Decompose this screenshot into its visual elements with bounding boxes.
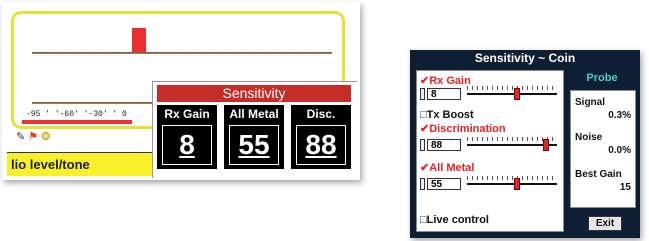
best-gain-value: 15 (619, 182, 631, 193)
main-screen-screenshot: -95 ' '-60' '-30' ' 0 ✎ ⚑ ❂ lio level/to… (2, 2, 360, 180)
signal-label: Signal (575, 97, 606, 108)
disc-column[interactable]: Disc. 88 (291, 105, 351, 169)
exit-button[interactable]: Exit (588, 216, 622, 231)
probe-title: Probe (586, 72, 618, 84)
best-gain-label: Best Gain (575, 169, 622, 180)
sensitivity-panel: Sensitivity Rx Gain 8 All Metal 55 Disc.… (152, 81, 357, 178)
all-metal-ticks (467, 176, 557, 180)
rx-gain-slider[interactable] (467, 93, 557, 95)
probe-panel: Signal 0.3% Noise 0.0% Best Gain 15 (570, 90, 636, 208)
audio-status-label[interactable]: lio level/tone (7, 152, 152, 176)
rx-gain-spinner[interactable] (420, 88, 425, 100)
all-metal-column[interactable]: All Metal 55 (224, 105, 284, 169)
live-control-checkbox[interactable]: □Live control (420, 214, 489, 226)
rx-gain-checkbox[interactable]: ✔Rx Gain (420, 74, 471, 87)
discrimination-input[interactable]: 88 (427, 139, 461, 151)
rx-gain-input[interactable]: 8 (427, 88, 461, 100)
disc-value: 88 (296, 125, 346, 165)
rx-gain-column[interactable]: Rx Gain 8 (157, 105, 217, 169)
noise-label: Noise (575, 132, 603, 143)
rx-gain-value: 8 (162, 125, 212, 165)
rx-gain-label: Rx Gain (164, 107, 210, 121)
signal-marker (132, 28, 146, 52)
all-metal-spinner[interactable] (420, 178, 425, 190)
flag-icon[interactable]: ⚑ (28, 131, 38, 143)
discrimination-slider-thumb[interactable] (543, 139, 550, 151)
sensitivity-title: Sensitivity (157, 85, 351, 102)
noise-value: 0.0% (608, 145, 631, 156)
bulb-icon[interactable]: ❂ (41, 131, 50, 143)
all-metal-slider-thumb[interactable] (513, 178, 520, 190)
all-metal-slider[interactable] (467, 183, 557, 185)
all-metal-input[interactable]: 55 (427, 178, 461, 190)
all-metal-value: 55 (229, 125, 279, 165)
disc-label: Disc. (306, 107, 336, 121)
green-trace-line (32, 53, 332, 54)
dialog-title: Sensitivity ~ Coin (474, 51, 576, 65)
all-metal-label: All Metal (229, 107, 279, 121)
settings-panel: ✔Rx Gain 8 □Tx Boost ✔Discrimination 88 … (416, 70, 564, 232)
rx-gain-slider-thumb[interactable] (513, 88, 520, 100)
toolbar-icons[interactable]: ✎ ⚑ ❂ (16, 130, 50, 143)
probe-icon[interactable]: ✎ (16, 131, 25, 143)
all-metal-checkbox[interactable]: ✔All Metal (420, 161, 474, 174)
sensitivity-dialog: Sensitivity ~ Coin ✔Rx Gain 8 □Tx Boost … (410, 50, 640, 238)
signal-value: 0.3% (608, 110, 631, 121)
scale-bar (22, 120, 132, 124)
discrimination-checkbox[interactable]: ✔Discrimination (420, 122, 506, 135)
discrimination-spinner[interactable] (420, 139, 425, 151)
scale-labels: -95 ' '-60' '-30' ' 0 (26, 110, 127, 119)
tx-boost-checkbox[interactable]: □Tx Boost (420, 109, 474, 121)
rx-gain-ticks (467, 86, 557, 90)
